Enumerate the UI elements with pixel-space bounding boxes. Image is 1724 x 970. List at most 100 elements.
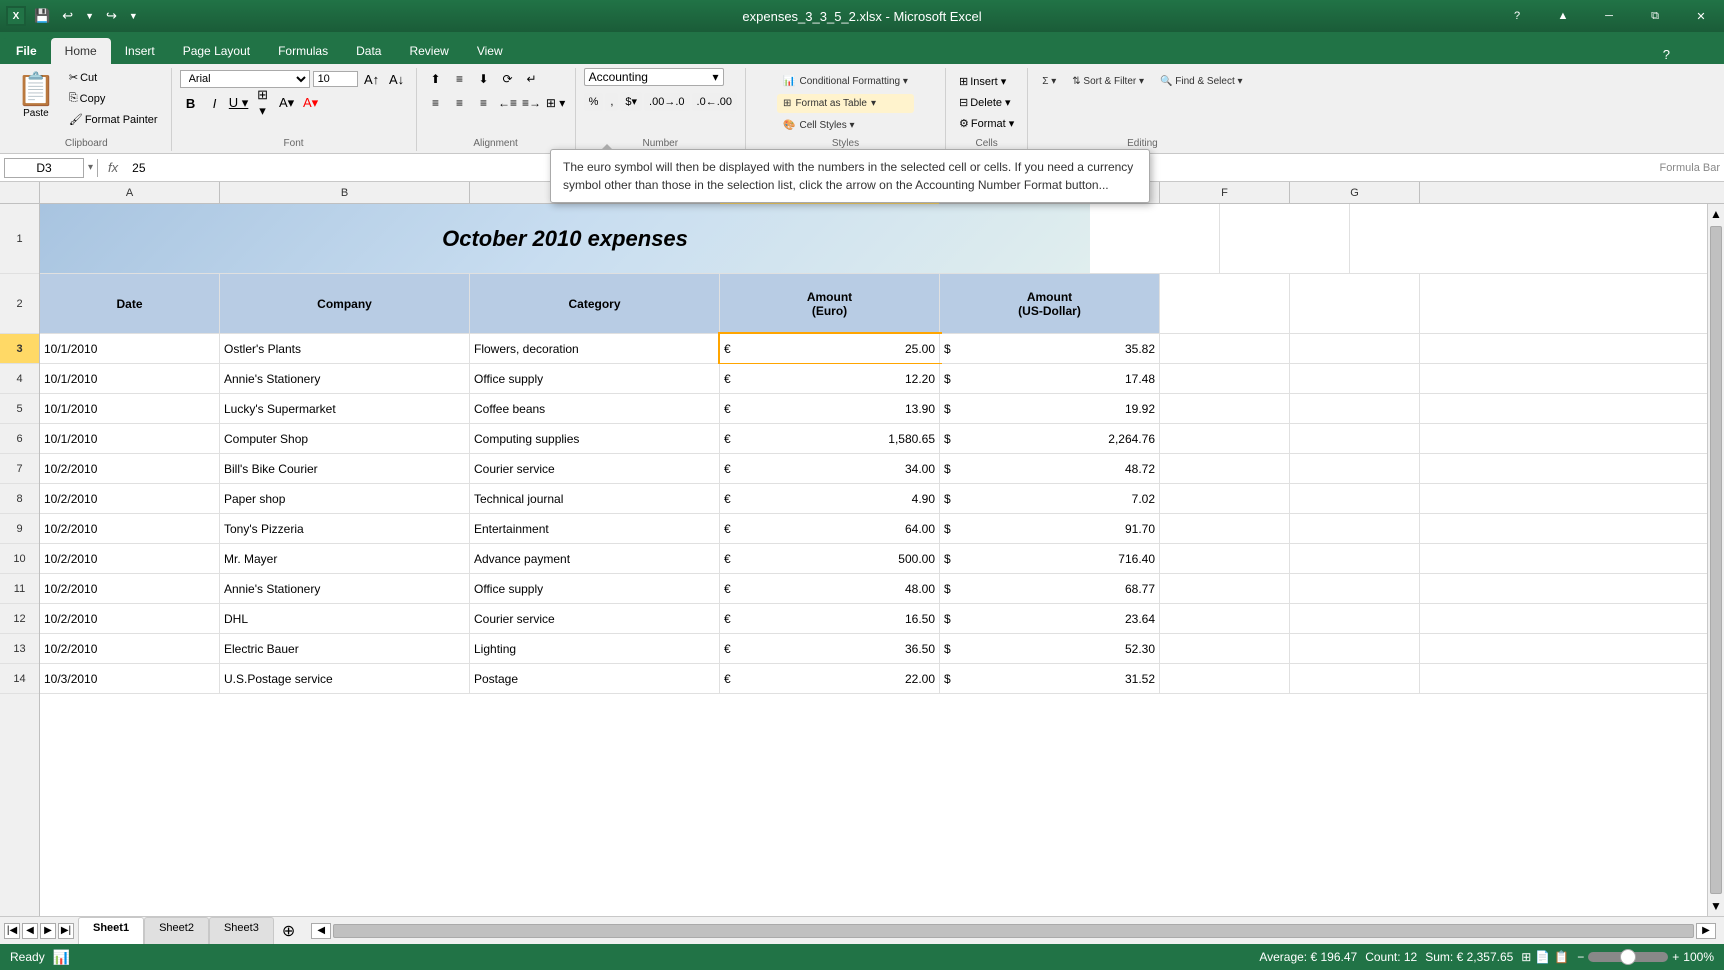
- cell-a12[interactable]: 10/2/2010: [40, 604, 220, 633]
- cell-d12[interactable]: € 16.50: [720, 604, 940, 633]
- row-num-1[interactable]: 1: [0, 204, 39, 274]
- cell-g3[interactable]: [1290, 334, 1420, 363]
- cell-c9[interactable]: Entertainment: [470, 514, 720, 543]
- cell-c13[interactable]: Lighting: [470, 634, 720, 663]
- font-size-input[interactable]: [313, 71, 358, 87]
- col-header-g[interactable]: G: [1290, 182, 1420, 204]
- help-icon[interactable]: ?: [1494, 0, 1540, 32]
- row-num-10[interactable]: 10: [0, 544, 39, 574]
- align-middle-button[interactable]: ≡: [449, 68, 471, 90]
- cell-f1[interactable]: [1090, 204, 1220, 273]
- row-num-8[interactable]: 8: [0, 484, 39, 514]
- cell-e12[interactable]: $ 23.64: [940, 604, 1160, 633]
- cell-a3[interactable]: 10/1/2010: [40, 334, 220, 363]
- cell-f3[interactable]: [1160, 334, 1290, 363]
- zoom-in-button[interactable]: +: [1672, 950, 1679, 964]
- minimize-button[interactable]: ─: [1586, 0, 1632, 32]
- zoom-out-button[interactable]: −: [1577, 950, 1584, 964]
- cell-f5[interactable]: [1160, 394, 1290, 423]
- cell-g4[interactable]: [1290, 364, 1420, 393]
- underline-button[interactable]: U ▾: [228, 92, 250, 114]
- page-layout-view-button[interactable]: 📄: [1535, 950, 1550, 964]
- sheet-nav-last[interactable]: ▶|: [58, 923, 74, 939]
- align-left-button[interactable]: ≡: [425, 92, 447, 114]
- ribbon-toggle-icon[interactable]: ▲: [1540, 0, 1586, 32]
- cell-f2[interactable]: [1160, 274, 1290, 333]
- cell-c5[interactable]: Coffee beans: [470, 394, 720, 423]
- cell-e5[interactable]: $ 19.92: [940, 394, 1160, 423]
- format-painter-button[interactable]: 🖌 Format Painter: [64, 110, 163, 129]
- zoom-slider-thumb[interactable]: [1620, 949, 1636, 965]
- currency-button[interactable]: $▾: [620, 92, 642, 111]
- corner-cell[interactable]: [0, 182, 40, 203]
- cell-g12[interactable]: [1290, 604, 1420, 633]
- cell-b13[interactable]: Electric Bauer: [220, 634, 470, 663]
- tab-formulas[interactable]: Formulas: [264, 38, 342, 64]
- cell-b6[interactable]: Computer Shop: [220, 424, 470, 453]
- cell-d11[interactable]: € 48.00: [720, 574, 940, 603]
- redo-icon[interactable]: ↪: [102, 6, 121, 26]
- cell-g1[interactable]: [1220, 204, 1350, 273]
- percent-button[interactable]: %: [584, 93, 604, 111]
- cell-f13[interactable]: [1160, 634, 1290, 663]
- accounting-dropdown-arrow[interactable]: ▾: [713, 70, 719, 84]
- cell-d5[interactable]: € 13.90: [720, 394, 940, 423]
- cell-f7[interactable]: [1160, 454, 1290, 483]
- cell-c8[interactable]: Technical journal: [470, 484, 720, 513]
- cell-c12[interactable]: Courier service: [470, 604, 720, 633]
- scroll-left-button[interactable]: ◀: [311, 923, 331, 939]
- cell-d9[interactable]: € 64.00: [720, 514, 940, 543]
- delete-button[interactable]: ⊟ Delete ▾: [954, 93, 1016, 112]
- title-cell[interactable]: October 2010 expenses: [40, 204, 1090, 273]
- cell-a8[interactable]: 10/2/2010: [40, 484, 220, 513]
- bold-button[interactable]: B: [180, 92, 202, 114]
- vertical-scrollbar[interactable]: ▲ ▼: [1707, 204, 1724, 916]
- cell-c3[interactable]: Flowers, decoration: [470, 334, 720, 363]
- header-category[interactable]: Category: [470, 274, 720, 333]
- page-break-view-button[interactable]: 📋: [1554, 950, 1569, 964]
- cell-d10[interactable]: € 500.00: [720, 544, 940, 573]
- row-num-9[interactable]: 9: [0, 514, 39, 544]
- cell-c6[interactable]: Computing supplies: [470, 424, 720, 453]
- copy-button[interactable]: ⎘ Copy: [64, 89, 163, 108]
- align-bottom-button[interactable]: ⬇: [473, 68, 495, 90]
- cell-c7[interactable]: Courier service: [470, 454, 720, 483]
- save-icon[interactable]: 💾: [30, 6, 54, 26]
- tab-review[interactable]: Review: [395, 38, 462, 64]
- cell-a14[interactable]: 10/3/2010: [40, 664, 220, 693]
- align-top-button[interactable]: ⬆: [425, 68, 447, 90]
- cell-ref-dropdown-arrow[interactable]: ▾: [88, 162, 93, 173]
- scroll-thumb-vertical[interactable]: [1710, 226, 1722, 894]
- header-amount-usd[interactable]: Amount (US-Dollar): [940, 274, 1160, 333]
- sort-filter-button[interactable]: ⇅ Sort & Filter ▾: [1066, 72, 1150, 91]
- cell-d13[interactable]: € 36.50: [720, 634, 940, 663]
- tab-view[interactable]: View: [463, 38, 517, 64]
- align-right-button[interactable]: ≡: [473, 92, 495, 114]
- normal-view-button[interactable]: ⊞: [1521, 950, 1531, 964]
- increase-font-size-button[interactable]: A↑: [361, 68, 383, 90]
- cell-d4[interactable]: € 12.20: [720, 364, 940, 393]
- cell-b3[interactable]: Ostler's Plants: [220, 334, 470, 363]
- scroll-thumb-horizontal[interactable]: [333, 924, 1694, 938]
- cell-e3[interactable]: $ 35.82: [940, 334, 1160, 363]
- row-num-14[interactable]: 14: [0, 664, 39, 694]
- cell-f12[interactable]: [1160, 604, 1290, 633]
- cell-e14[interactable]: $ 31.52: [940, 664, 1160, 693]
- conditional-formatting-button[interactable]: 📊 Conditional Formatting ▾: [777, 72, 914, 91]
- cell-d14[interactable]: € 22.00: [720, 664, 940, 693]
- cell-d6[interactable]: € 1,580.65: [720, 424, 940, 453]
- col-header-a[interactable]: A: [40, 182, 220, 204]
- row-num-13[interactable]: 13: [0, 634, 39, 664]
- cell-d7[interactable]: € 34.00: [720, 454, 940, 483]
- new-sheet-button[interactable]: ⊕: [274, 917, 303, 944]
- cell-b5[interactable]: Lucky's Supermarket: [220, 394, 470, 423]
- scroll-right-button[interactable]: ▶: [1696, 923, 1716, 939]
- cell-b10[interactable]: Mr. Mayer: [220, 544, 470, 573]
- cell-g2[interactable]: [1290, 274, 1420, 333]
- paste-button[interactable]: 📋 Paste: [10, 68, 62, 121]
- cell-b8[interactable]: Paper shop: [220, 484, 470, 513]
- col-header-f[interactable]: F: [1160, 182, 1290, 204]
- row-num-12[interactable]: 12: [0, 604, 39, 634]
- fill-color-button[interactable]: A▾: [276, 92, 298, 114]
- border-button[interactable]: ⊞ ▾: [252, 92, 274, 114]
